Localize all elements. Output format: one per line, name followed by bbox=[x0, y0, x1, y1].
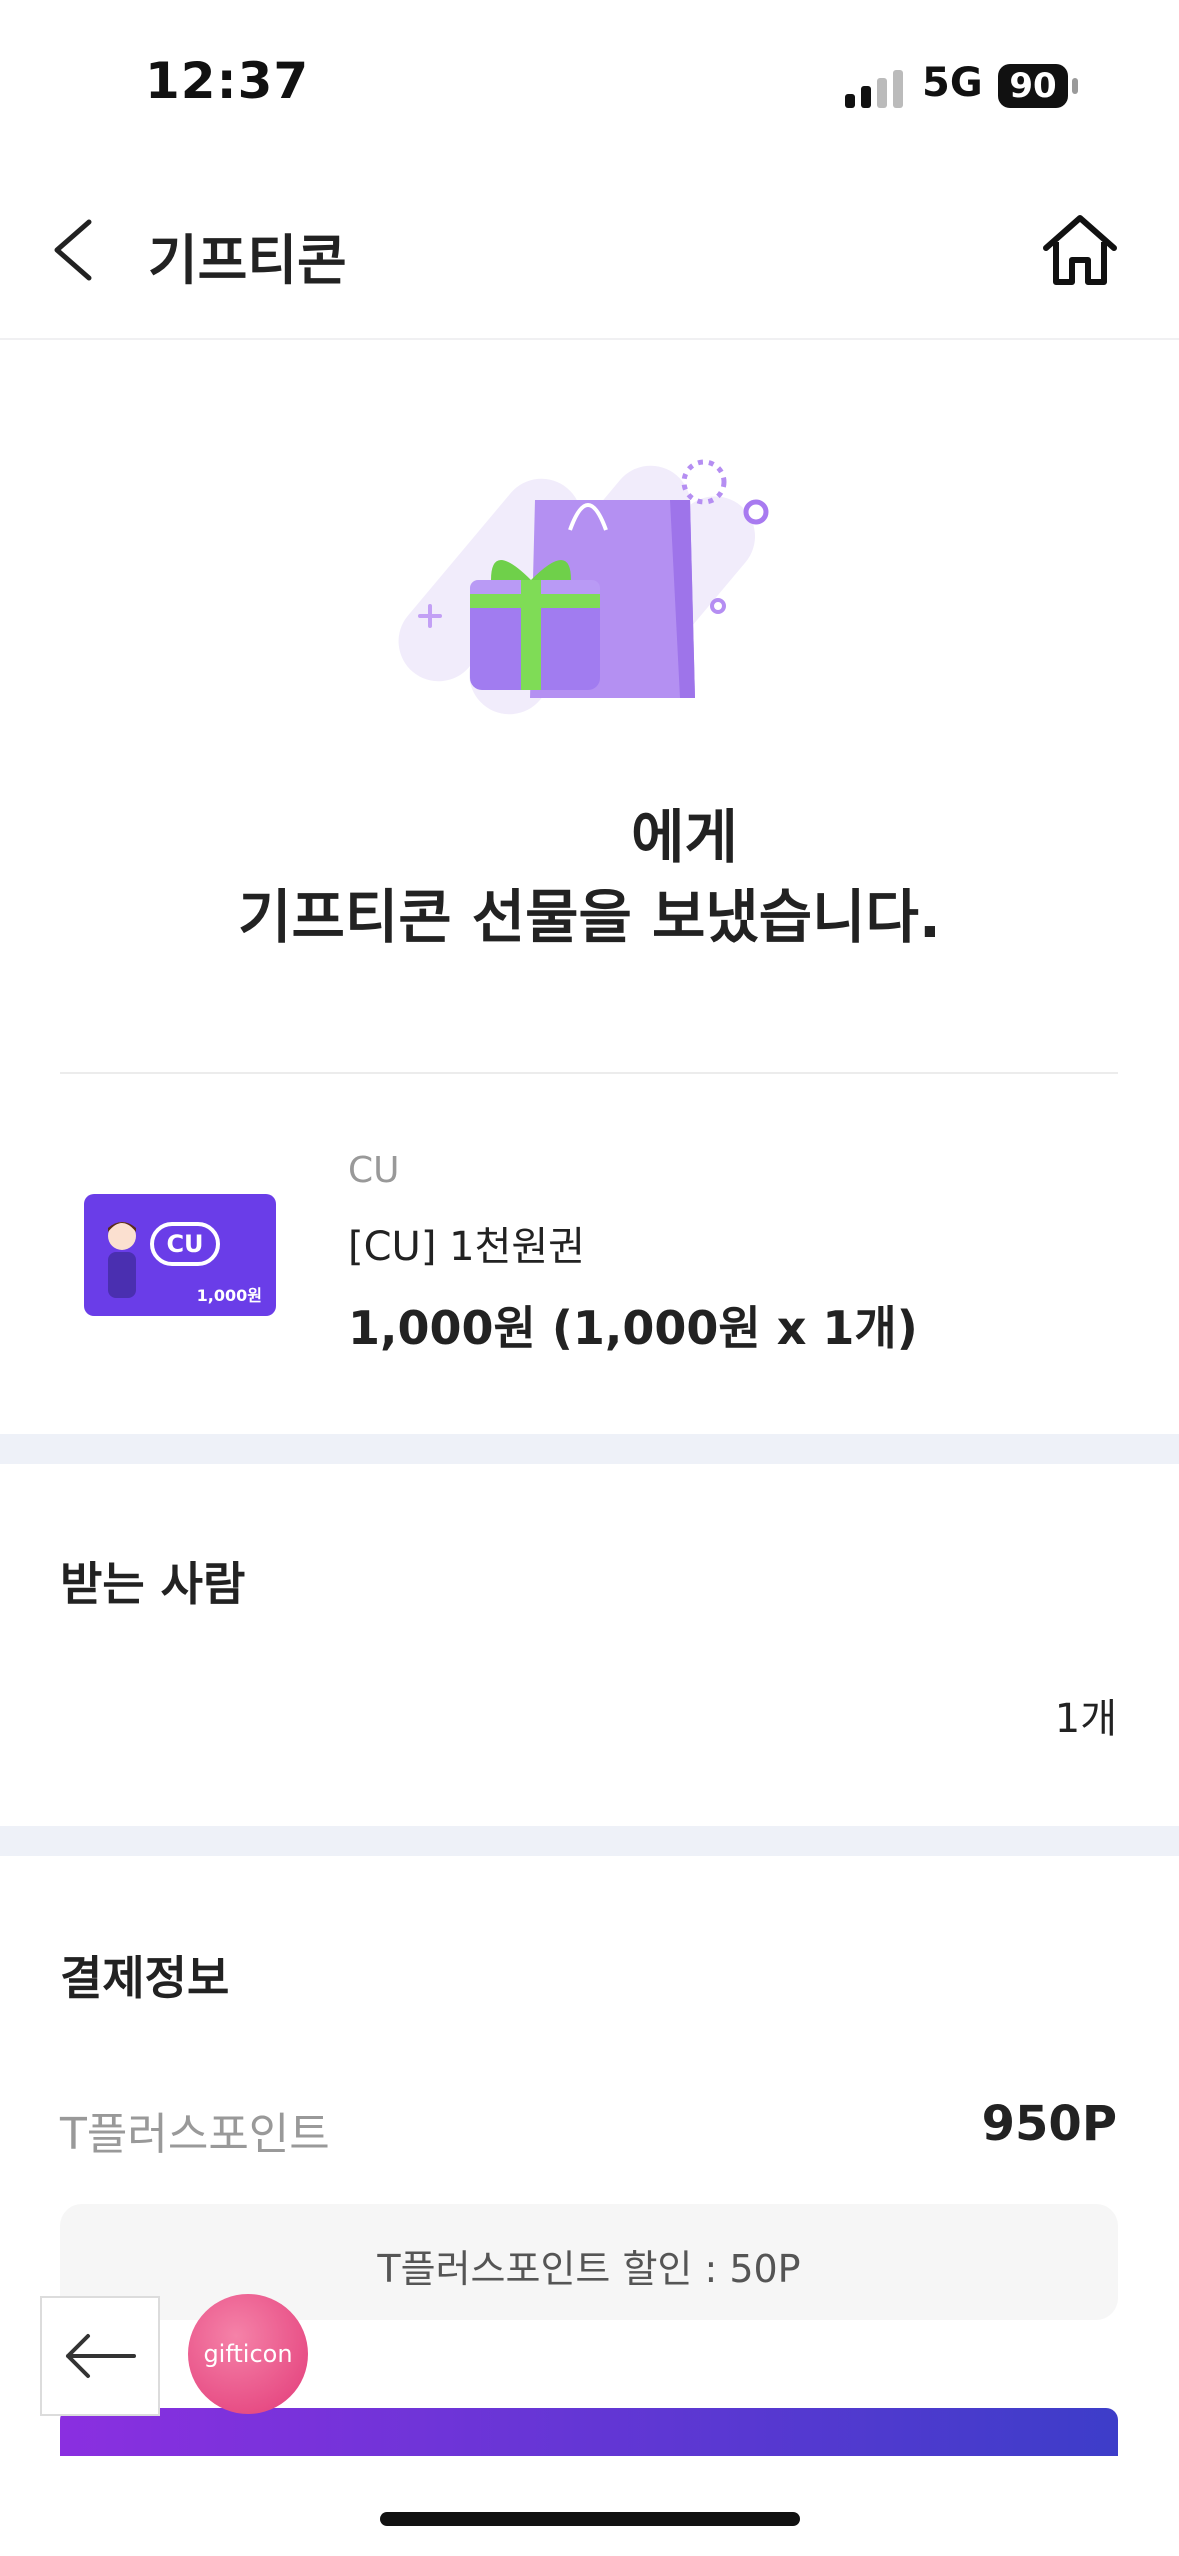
network-label: 5G bbox=[922, 60, 983, 106]
discount-text: T플러스포인트 할인 : 50P bbox=[377, 2247, 801, 2291]
battery-icon: 90 bbox=[998, 64, 1068, 108]
status-time: 12:37 bbox=[145, 52, 310, 110]
signal-icon bbox=[845, 68, 905, 108]
recipient-count: 1개 bbox=[1054, 1696, 1117, 1742]
product-name: [CU] 1천원권 bbox=[348, 1224, 585, 1270]
page-title: 기프티콘 bbox=[148, 229, 347, 292]
header-divider bbox=[0, 338, 1179, 340]
back-arrow-icon[interactable] bbox=[45, 210, 115, 290]
point-label: T플러스포인트 bbox=[60, 2109, 330, 2160]
battery-tip bbox=[1072, 78, 1078, 94]
message-line1: 에게 bbox=[0, 790, 1179, 874]
message-line2: 기프티콘 선물을 보냈습니다. bbox=[238, 883, 941, 951]
point-value: 950P bbox=[981, 2096, 1117, 2152]
gifticon-bubble-button[interactable]: gifticon bbox=[188, 2294, 308, 2414]
primary-button[interactable] bbox=[60, 2408, 1118, 2456]
section-separator bbox=[0, 1826, 1179, 1856]
home-indicator bbox=[380, 2512, 800, 2526]
payment-title: 결제정보 bbox=[60, 1951, 230, 2005]
floating-back-button[interactable] bbox=[40, 2296, 160, 2416]
character-icon bbox=[102, 1218, 142, 1298]
divider bbox=[60, 1072, 1118, 1074]
gift-illustration bbox=[390, 440, 790, 760]
home-icon[interactable] bbox=[1040, 210, 1120, 290]
product-thumbnail: CU 1,000원 bbox=[84, 1194, 276, 1316]
section-separator bbox=[0, 1434, 1179, 1464]
product-price: 1,000원 (1,000원 x 1개) bbox=[348, 1301, 918, 1355]
card-amount: 1,000원 bbox=[196, 1286, 262, 1305]
cu-logo: CU bbox=[150, 1222, 220, 1266]
product-brand: CU bbox=[348, 1150, 400, 1191]
recipient-title: 받는 사람 bbox=[60, 1557, 246, 1611]
message-line1-text: 에게 bbox=[631, 803, 738, 871]
